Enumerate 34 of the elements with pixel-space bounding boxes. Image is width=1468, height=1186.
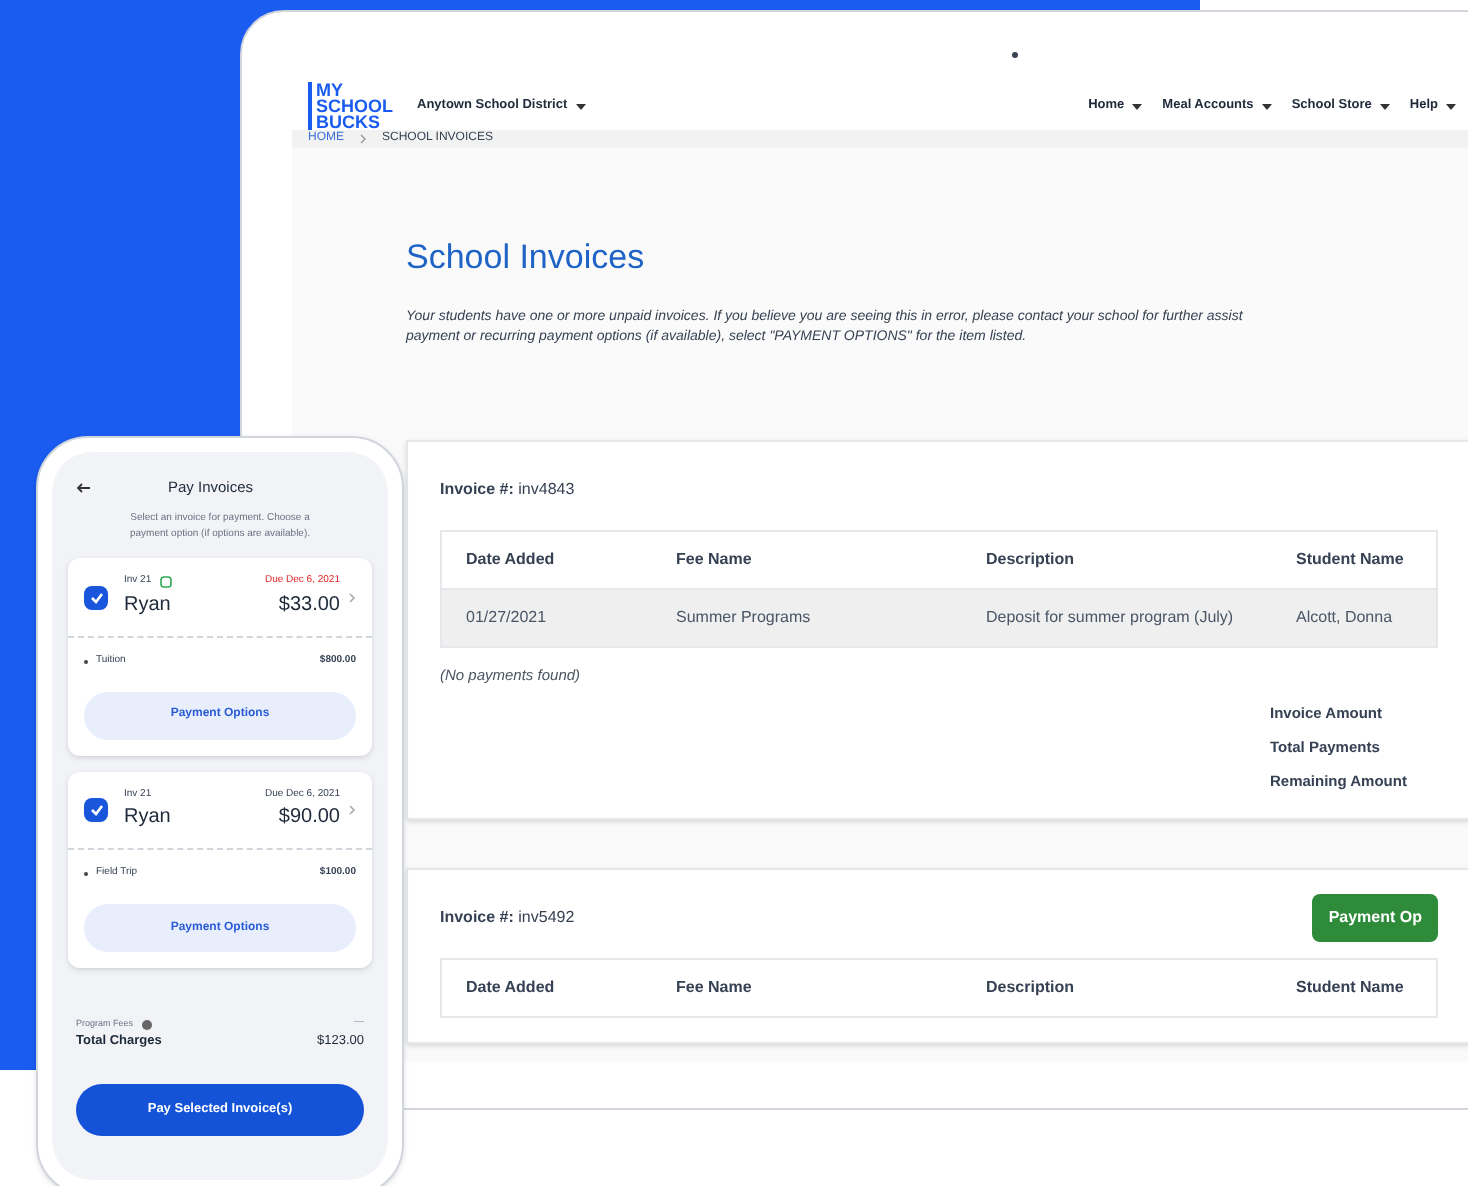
table-cell-text: Alcott, Donna: [1296, 605, 1395, 629]
table-cell-text: 01/27/2021: [466, 605, 549, 629]
student-name: Ryan: [124, 591, 172, 620]
caret-icon: [1446, 103, 1456, 109]
table-cell-text: Deposit for summer program (July): [986, 605, 1236, 629]
column-header: Date Added: [466, 975, 557, 999]
invoice-number: Invoice #: inv4843: [440, 477, 575, 501]
checkmark-icon: [89, 804, 103, 816]
chevron-right-icon: [360, 134, 366, 144]
checkmark-icon: [89, 591, 103, 603]
column-header: Date Added: [466, 547, 557, 571]
payment-options-button[interactable]: Payment Op: [1312, 893, 1438, 941]
invoice-amount: $90.00: [278, 804, 340, 833]
checkbox[interactable]: [84, 585, 108, 609]
chevron-right-icon: [348, 591, 356, 603]
invoice-number: Invoice #: inv5492: [440, 905, 575, 929]
column-header: Description: [986, 975, 1077, 999]
caret-icon: [575, 103, 586, 109]
column-header: Description: [986, 547, 1077, 571]
caret-icon: [1379, 103, 1390, 109]
column-header: Fee Name: [676, 547, 754, 571]
column-header: Student Name: [1296, 975, 1406, 999]
page-title: School Invoices: [406, 236, 647, 280]
back-arrow-icon[interactable]: [76, 481, 92, 494]
column-header: Fee Name: [676, 975, 754, 999]
invoice-amount: $33.00: [278, 591, 340, 620]
column-header: Student Name: [1296, 547, 1406, 571]
checkbox[interactable]: [84, 798, 108, 822]
table-cell-text: Summer Programs: [676, 605, 813, 629]
caret-icon: [1261, 103, 1272, 109]
student-name: Ryan: [124, 804, 171, 833]
camera-icon: [1012, 52, 1018, 58]
chevron-right-icon: [348, 804, 356, 816]
caret-icon: [1132, 103, 1143, 109]
